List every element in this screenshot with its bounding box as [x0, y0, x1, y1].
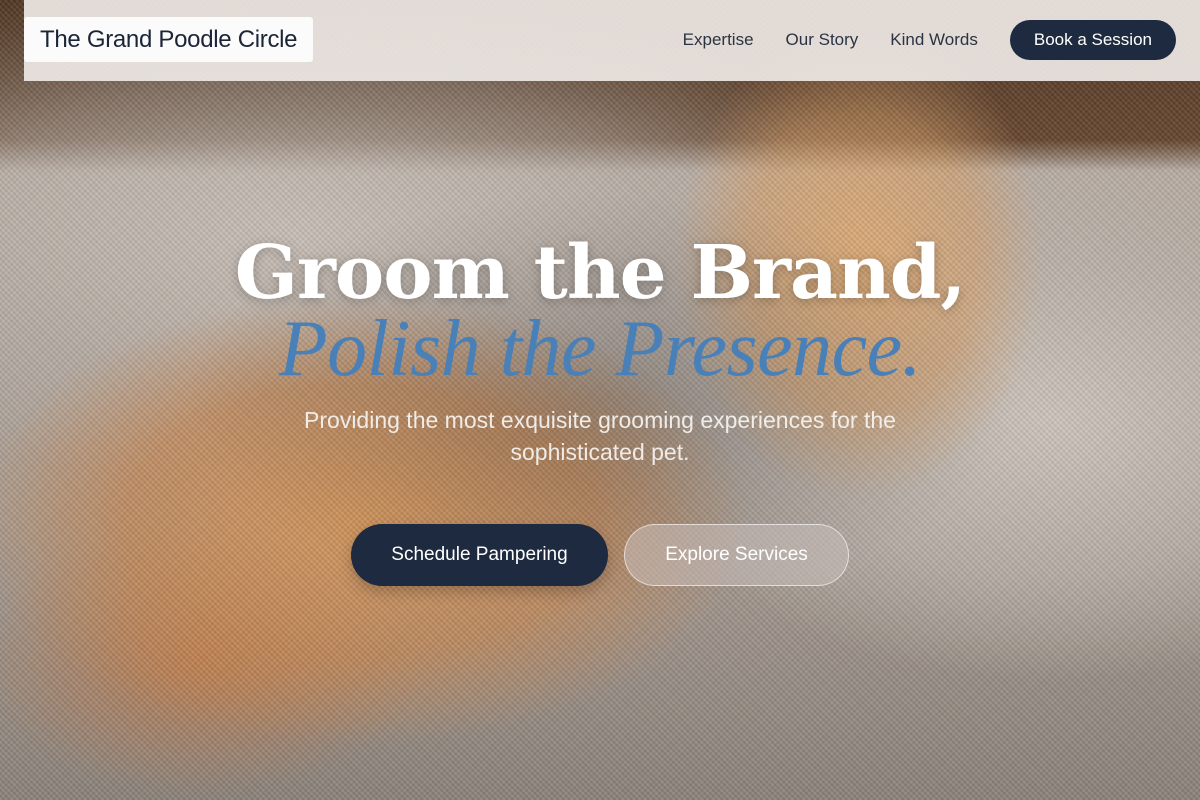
nav-link-expertise[interactable]: Expertise — [683, 30, 754, 50]
main-nav: Expertise Our Story Kind Words Book a Se… — [683, 20, 1176, 60]
schedule-pampering-button[interactable]: Schedule Pampering — [351, 524, 608, 586]
explore-services-button[interactable]: Explore Services — [624, 524, 849, 586]
site-header: The Grand Poodle Circle Expertise Our St… — [24, 0, 1200, 81]
hero-headline: Groom the Brand, — [234, 230, 967, 316]
nav-link-our-story[interactable]: Our Story — [786, 30, 859, 50]
landing-page: The Grand Poodle Circle Expertise Our St… — [0, 0, 1200, 800]
nav-link-kind-words[interactable]: Kind Words — [890, 30, 978, 50]
hero-section: Groom the Brand, Polish the Presence. Pr… — [0, 230, 1200, 586]
hero-headline-accent: Polish the Presence. — [278, 305, 922, 393]
book-session-button[interactable]: Book a Session — [1009, 20, 1176, 60]
brand-logo[interactable]: The Grand Poodle Circle — [24, 17, 314, 62]
hero-cta-group: Schedule Pampering Explore Services — [0, 524, 1200, 586]
brand-name: The Grand Poodle Circle — [40, 25, 298, 53]
hero-subtitle: Providing the most exquisite grooming ex… — [304, 407, 896, 465]
